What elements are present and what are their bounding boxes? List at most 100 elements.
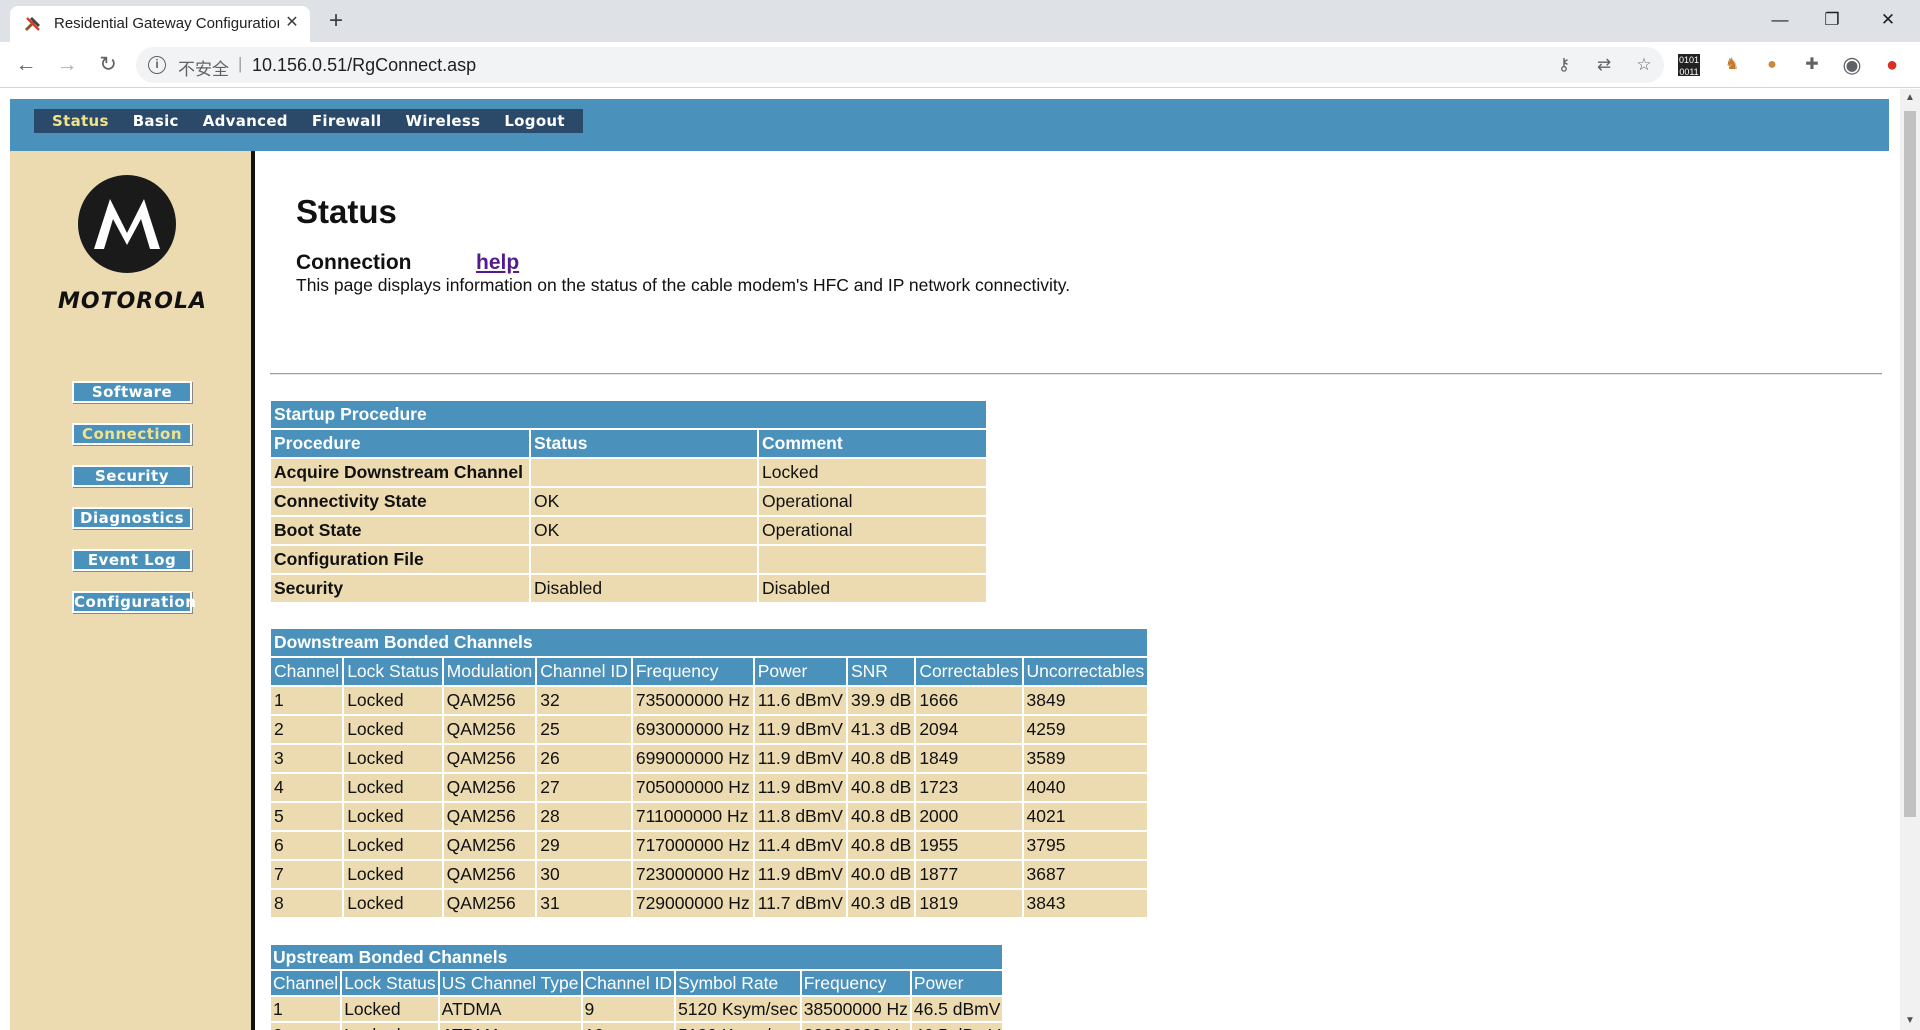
page-scrollbar[interactable]: ▲ ▼ — [1900, 89, 1920, 1030]
site-info-icon[interactable]: i — [148, 56, 166, 74]
table-cell: 699000000 Hz — [632, 745, 753, 772]
column-header: Power — [911, 971, 1003, 995]
table-caption: Upstream Bonded Channels — [271, 945, 1003, 969]
forward-icon[interactable]: → — [53, 52, 81, 78]
top-menu-firewall[interactable]: Firewall — [300, 109, 394, 133]
top-menu-status[interactable]: Status — [40, 109, 121, 133]
table-row: 2LockedATDMA105120 Ksym/sec32000000 Hz46… — [271, 1023, 1003, 1030]
table-cell: 40.0 dB — [847, 861, 915, 888]
table-cell: Locked — [344, 861, 442, 888]
sidebar-item-security[interactable]: Security — [72, 465, 192, 487]
table-cell: 38500000 Hz — [801, 997, 910, 1021]
tab-close-icon[interactable]: ✕ — [282, 13, 302, 33]
url-text[interactable]: 10.156.0.51/RgConnect.asp — [252, 55, 476, 76]
table-cell: Disabled — [531, 575, 757, 602]
table-row: Boot State OK Operational — [271, 517, 986, 544]
column-header: Status — [531, 430, 757, 457]
table-cell: 27 — [537, 774, 631, 801]
table-cell: 2 — [271, 716, 343, 743]
table-cell: ATDMA — [439, 1023, 581, 1030]
restore-icon[interactable]: ❐ — [1812, 6, 1852, 34]
scroll-down-icon[interactable]: ▼ — [1900, 1012, 1920, 1030]
sidebar-item-software[interactable]: Software — [72, 381, 192, 403]
table-cell: Acquire Downstream Channel — [271, 459, 529, 486]
table-cell: 4021 — [1023, 803, 1148, 830]
insecure-label: 不安全 — [178, 60, 229, 80]
motorola-logo — [78, 175, 176, 273]
extensions-puzzle-icon[interactable]: ✚ — [1799, 52, 1825, 78]
table-cell: 717000000 Hz — [632, 832, 753, 859]
table-cell: OK — [531, 517, 757, 544]
sidebar-item-diagnostics[interactable]: Diagnostics — [72, 507, 192, 529]
table-cell: Locked — [344, 745, 442, 772]
address-bar[interactable]: i 不安全 | 10.156.0.51/RgConnect.asp ⚷ ⇄ ☆ — [136, 47, 1664, 83]
table-cell: 9 — [582, 997, 675, 1021]
back-icon[interactable]: ← — [12, 52, 40, 78]
column-header: Comment — [759, 430, 986, 457]
binary-extension-icon[interactable]: 0101 0011 — [1678, 54, 1700, 77]
scroll-thumb[interactable] — [1904, 111, 1916, 817]
tab-title: Residential Gateway Configuration — [54, 15, 279, 32]
sidebar-item-configuration[interactable]: Configuration — [72, 591, 196, 613]
table-cell: 25 — [537, 716, 631, 743]
table-cell: QAM256 — [443, 861, 536, 888]
table-row: Acquire Downstream Channel Locked — [271, 459, 986, 486]
profile-avatar-icon[interactable]: ◉ — [1839, 52, 1865, 78]
column-header: Channel ID — [582, 971, 675, 995]
column-header: Modulation — [443, 658, 536, 685]
browser-tab[interactable]: Residential Gateway Configuration ✕ — [10, 6, 310, 42]
sidebar-item-event-log[interactable]: Event Log — [72, 549, 192, 571]
table-cell: QAM256 — [443, 716, 536, 743]
table-cell: 1819 — [916, 890, 1022, 917]
table-cell: 7 — [271, 861, 343, 888]
startup-procedure-table: Startup Procedure Procedure Status Comme… — [269, 399, 988, 604]
table-cell: QAM256 — [443, 745, 536, 772]
top-menu-wireless[interactable]: Wireless — [393, 109, 492, 133]
top-menu-advanced[interactable]: Advanced — [191, 109, 300, 133]
close-window-icon[interactable]: ✕ — [1868, 6, 1908, 34]
table-cell: 3687 — [1023, 861, 1148, 888]
key-icon[interactable]: ⚷ — [1552, 54, 1576, 76]
sidebar-item-connection[interactable]: Connection — [72, 423, 192, 445]
table-cell: 723000000 Hz — [632, 861, 753, 888]
motorola-batwing-icon — [94, 199, 160, 249]
table-cell: 729000000 Hz — [632, 890, 753, 917]
help-link[interactable]: help — [476, 251, 519, 275]
table-cell: 40.8 dB — [847, 774, 915, 801]
page-viewport: Status Basic Advanced Firewall Wireless … — [0, 89, 1900, 1030]
table-cell: QAM256 — [443, 803, 536, 830]
table-cell: Locked — [342, 1023, 438, 1030]
table-row: Connectivity State OK Operational — [271, 488, 986, 515]
top-menu-basic[interactable]: Basic — [121, 109, 191, 133]
translate-icon[interactable]: ⇄ — [1592, 54, 1616, 76]
column-header: Lock Status — [344, 658, 442, 685]
downstream-channels-table: Downstream Bonded Channels Channel Lock S… — [269, 627, 1149, 919]
page-title: Status — [296, 193, 397, 230]
table-cell: Locked — [759, 459, 986, 486]
mascot-extension-icon[interactable]: ♞ — [1719, 52, 1745, 78]
reload-icon[interactable]: ↻ — [94, 52, 122, 78]
table-row: 4 Locked QAM256 27 705000000 Hz 11.9 dBmV 40.8… — [271, 774, 1148, 801]
table-cell: 11.4 dBmV — [754, 832, 846, 859]
cookie-extension-icon[interactable]: ● — [1759, 52, 1785, 78]
scroll-up-icon[interactable]: ▲ — [1900, 89, 1920, 107]
table-header-row: Channel Lock Status US Channel Type Channel… — [271, 971, 1003, 995]
table-cell: 1666 — [916, 687, 1022, 714]
top-menu-logout[interactable]: Logout — [492, 109, 577, 133]
minimize-icon[interactable]: — — [1760, 6, 1800, 34]
update-alert-icon[interactable]: ● — [1879, 52, 1905, 78]
table-cell: 40.8 dB — [847, 745, 915, 772]
bookmark-star-icon[interactable]: ☆ — [1632, 54, 1656, 76]
table-cell: 3 — [271, 745, 343, 772]
new-tab-button[interactable]: + — [322, 8, 350, 36]
top-menu: Status Basic Advanced Firewall Wireless … — [34, 109, 583, 133]
table-cell: 2094 — [916, 716, 1022, 743]
table-cell: 11.9 dBmV — [754, 861, 846, 888]
column-header: Channel — [271, 971, 341, 995]
table-cell: 46.5 dBmV — [911, 1023, 1003, 1030]
table-cell: Connectivity State — [271, 488, 529, 515]
table-cell: QAM256 — [443, 774, 536, 801]
table-header-row: Channel Lock Status Modulation Channel ID Fr… — [271, 658, 1148, 685]
column-header: Frequency — [632, 658, 753, 685]
url-separator: | — [238, 54, 243, 73]
